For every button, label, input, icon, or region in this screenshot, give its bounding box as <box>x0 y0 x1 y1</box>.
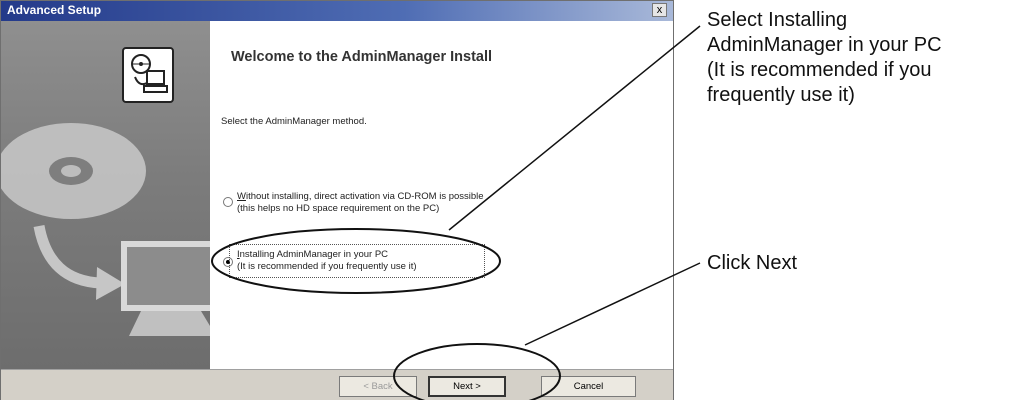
next-button[interactable]: Next > <box>428 376 506 397</box>
option-without-install-label[interactable]: Without installing, direct activation vi… <box>237 191 484 215</box>
select-install-callout: Select Installing AdminManager in your P… <box>707 9 942 106</box>
option-install-pc-label[interactable]: Installing AdminManager in your PC (It i… <box>237 249 417 273</box>
instruction-text: Select the AdminManager method. <box>221 116 367 127</box>
click-next-callout: Click Next <box>707 252 798 274</box>
back-button[interactable]: < Back <box>339 376 417 397</box>
close-button[interactable]: x <box>652 3 667 17</box>
title-bar: Advanced Setup x <box>1 1 673 21</box>
page-title: Welcome to the AdminManager Install <box>231 49 493 65</box>
cd-disc-icon <box>1 123 146 219</box>
radio-without-install[interactable] <box>223 197 233 207</box>
window-title: Advanced Setup <box>7 3 102 17</box>
setup-dialog: Advanced Setup x Welcome to the AdminMan… <box>0 0 674 400</box>
monitor-icon <box>121 241 210 336</box>
cancel-button[interactable]: Cancel <box>541 376 636 397</box>
button-bar: < Back Next > Cancel <box>1 369 673 400</box>
sidebar-graphic <box>1 21 210 369</box>
setup-computer-icon <box>122 47 174 103</box>
curved-arrow-icon <box>33 224 125 300</box>
